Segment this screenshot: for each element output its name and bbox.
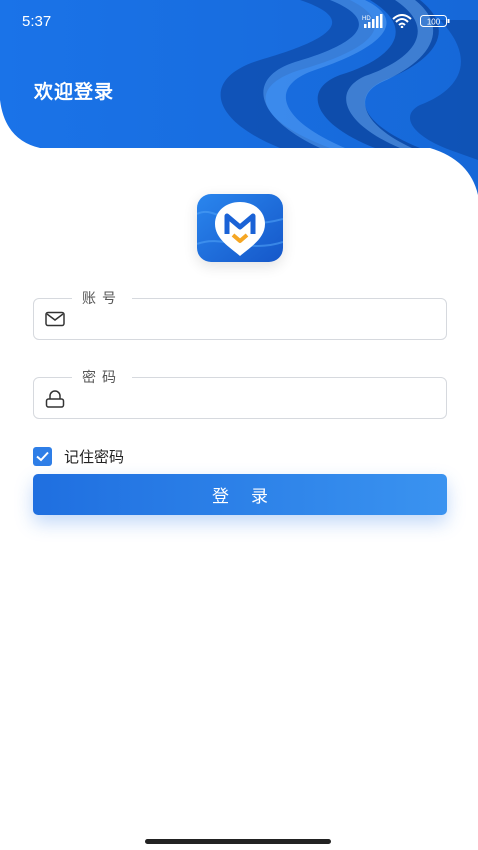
home-indicator[interactable] <box>145 839 331 844</box>
wifi-icon <box>392 13 412 32</box>
password-field[interactable]: 密码 <box>33 367 447 419</box>
remember-checkbox[interactable] <box>33 447 52 466</box>
svg-text:HD: HD <box>362 16 371 22</box>
checkmark-icon <box>36 451 49 462</box>
mail-icon <box>45 311 65 331</box>
remember-password[interactable]: 记住密码 <box>33 446 124 467</box>
status-time: 5:37 <box>22 13 52 30</box>
signal-icon: HD <box>362 13 384 32</box>
status-bar: 5:37 HD 100 <box>0 0 478 44</box>
account-field[interactable]: 账号 <box>33 288 447 340</box>
page-title: 欢迎登录 <box>34 81 115 103</box>
password-input[interactable] <box>80 384 430 412</box>
app-logo-icon <box>197 194 283 262</box>
account-input[interactable] <box>80 305 430 333</box>
lock-icon <box>45 390 65 412</box>
svg-text:100: 100 <box>427 18 441 27</box>
remember-label: 记住密码 <box>64 448 125 466</box>
battery-icon: 100 <box>420 13 450 32</box>
login-button[interactable]: 登录 <box>33 474 447 515</box>
status-icons: HD 100 <box>362 13 450 32</box>
